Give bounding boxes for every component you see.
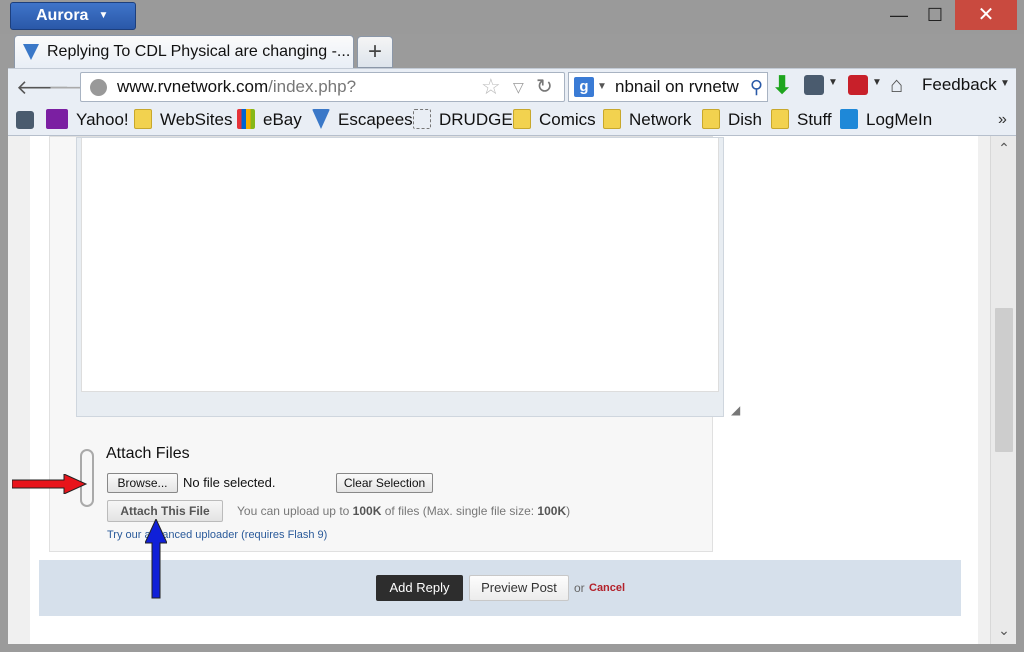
upload-limit-value: 100K <box>352 504 382 518</box>
bookmark-label: eBay <box>263 110 302 129</box>
search-text: nbnail on rvnetw <box>615 77 739 96</box>
close-window-button[interactable]: ✕ <box>955 0 1017 30</box>
globe-icon <box>90 79 107 96</box>
bookmark-label: LogMeIn <box>866 110 933 129</box>
chevron-down-icon[interactable]: ▼ <box>828 77 838 88</box>
reload-icon[interactable]: ↻ <box>536 73 553 101</box>
bookmark-label: Yahoo! <box>76 110 129 129</box>
rvnetwork-favicon-icon <box>23 44 39 60</box>
upload-info-text: You can upload up to <box>237 504 353 518</box>
upload-info-text: ) <box>566 504 571 518</box>
chevron-down-icon[interactable]: ▼ <box>597 73 607 101</box>
reply-form-panel: ◢ Attach Files Browse... No file selecte… <box>49 136 740 552</box>
bookmark-network[interactable]: Network <box>603 104 691 136</box>
bookmark-label: WebSites <box>160 110 233 129</box>
bookmarks-star-menu-icon[interactable] <box>804 75 824 95</box>
folder-icon <box>771 109 789 129</box>
bookmark-dish[interactable]: Dish <box>702 104 762 136</box>
url-path: /index.php? <box>268 77 357 96</box>
url-bar[interactable]: www.rvnetwork.com/index.php? ☆ ▽ ↻ <box>80 72 565 102</box>
bookmark-label: Stuff <box>797 110 832 129</box>
cancel-link[interactable]: Cancel <box>589 582 625 594</box>
red-arrow-annotation <box>12 474 88 494</box>
bookmark-yahoo[interactable]: Yahoo! <box>46 104 129 136</box>
blue-arrow-annotation <box>145 519 167 599</box>
app-menu-label: Aurora <box>36 7 89 24</box>
single-file-limit-value: 100K <box>537 504 567 518</box>
logmein-icon <box>840 109 858 129</box>
message-textarea[interactable] <box>81 138 719 392</box>
yahoo-icon <box>46 109 68 129</box>
no-file-status: No file selected. <box>183 475 276 490</box>
folder-icon <box>702 109 720 129</box>
upload-info-text: of files (Max. single file size: <box>381 504 538 518</box>
chevron-down-icon[interactable]: ▼ <box>1000 78 1010 89</box>
google-search-engine-icon[interactable]: g <box>574 77 594 97</box>
search-icon[interactable]: ⚲ <box>750 73 763 101</box>
folder-icon <box>603 109 621 129</box>
bookmarks-toolbar: Yahoo! WebSites eBay Escapees DRUDGE Com… <box>8 104 1016 136</box>
bookmark-label: DRUDGE <box>439 110 513 129</box>
bookmark-websites[interactable]: WebSites <box>134 104 232 136</box>
bookmark-drudge[interactable]: DRUDGE <box>413 104 513 136</box>
page-body: ◢ Attach Files Browse... No file selecte… <box>30 136 978 644</box>
ebay-icon <box>237 109 255 129</box>
title-bar: Aurora ▼ — ☐ ✕ <box>0 0 1024 34</box>
bookmark-escapees[interactable]: Escapees <box>312 104 413 136</box>
resize-handle-icon[interactable]: ◢ <box>731 403 740 417</box>
download-arrow-icon[interactable]: ⬇ <box>772 71 792 100</box>
escapees-icon <box>312 109 330 129</box>
bookmark-star-icon[interactable]: ☆ <box>481 73 501 101</box>
tab-active[interactable]: Replying To CDL Physical are changing -.… <box>14 35 354 69</box>
vertical-scrollbar[interactable]: ⌃ ⌄ <box>990 136 1016 644</box>
browse-button[interactable]: Browse... <box>107 473 178 493</box>
form-actions-bar: Add Reply Preview Post or Cancel <box>39 560 961 616</box>
chevron-down-icon: ▼ <box>98 10 109 21</box>
chevron-down-icon[interactable]: ▼ <box>872 77 882 88</box>
url-history-dropdown-icon[interactable]: ▽ <box>513 73 524 101</box>
preview-post-button[interactable]: Preview Post <box>469 575 569 601</box>
advanced-uploader-link[interactable]: Try our advanced uploader (requires Flas… <box>107 529 327 541</box>
scroll-down-icon[interactable]: ⌄ <box>991 622 1017 639</box>
search-input[interactable]: g ▼ nbnail on rvnetw ⚲ <box>568 72 768 102</box>
drudge-icon <box>413 109 431 129</box>
bookmarks-menu-icon[interactable] <box>16 111 34 129</box>
aurora-menu-button[interactable]: Aurora ▼ <box>10 2 136 30</box>
or-separator: or <box>574 581 585 595</box>
maximize-button[interactable]: ☐ <box>920 0 950 30</box>
bookmark-stuff[interactable]: Stuff <box>771 104 832 136</box>
scroll-up-icon[interactable]: ⌃ <box>991 140 1017 157</box>
clear-selection-button[interactable]: Clear Selection <box>336 473 433 493</box>
upload-limit-info: You can upload up to 100K of files (Max.… <box>237 504 570 518</box>
add-reply-button[interactable]: Add Reply <box>376 575 463 601</box>
editor-frame: ◢ <box>76 137 740 417</box>
bookmark-label: Escapees <box>338 110 413 129</box>
more-bookmarks-chevron-icon[interactable]: » <box>998 104 1007 136</box>
home-icon[interactable]: ⌂ <box>890 72 903 98</box>
tab-title: Replying To CDL Physical are changing -.… <box>47 43 351 60</box>
bookmark-label: Comics <box>539 110 596 129</box>
minimize-button[interactable]: — <box>884 0 914 30</box>
url-host: www.rvnetwork.com <box>117 77 269 96</box>
navigation-toolbar: 🡐 🡒 www.rvnetwork.com/index.php? ☆ ▽ ↻ g… <box>8 68 1016 104</box>
bookmark-label: Network <box>629 110 692 129</box>
bookmark-comics[interactable]: Comics <box>513 104 596 136</box>
new-tab-button[interactable]: + <box>357 36 393 68</box>
bookmark-ebay[interactable]: eBay <box>237 104 302 136</box>
bookmark-label: Dish <box>728 110 763 129</box>
scrollbar-thumb[interactable] <box>995 308 1013 452</box>
attach-files-heading: Attach Files <box>106 445 190 462</box>
folder-icon <box>134 109 152 129</box>
folder-icon <box>513 109 531 129</box>
bookmark-logmein[interactable]: LogMeIn <box>840 104 932 136</box>
feedback-button[interactable]: Feedback <box>922 75 997 95</box>
addon-asterisk-icon[interactable] <box>848 75 868 95</box>
